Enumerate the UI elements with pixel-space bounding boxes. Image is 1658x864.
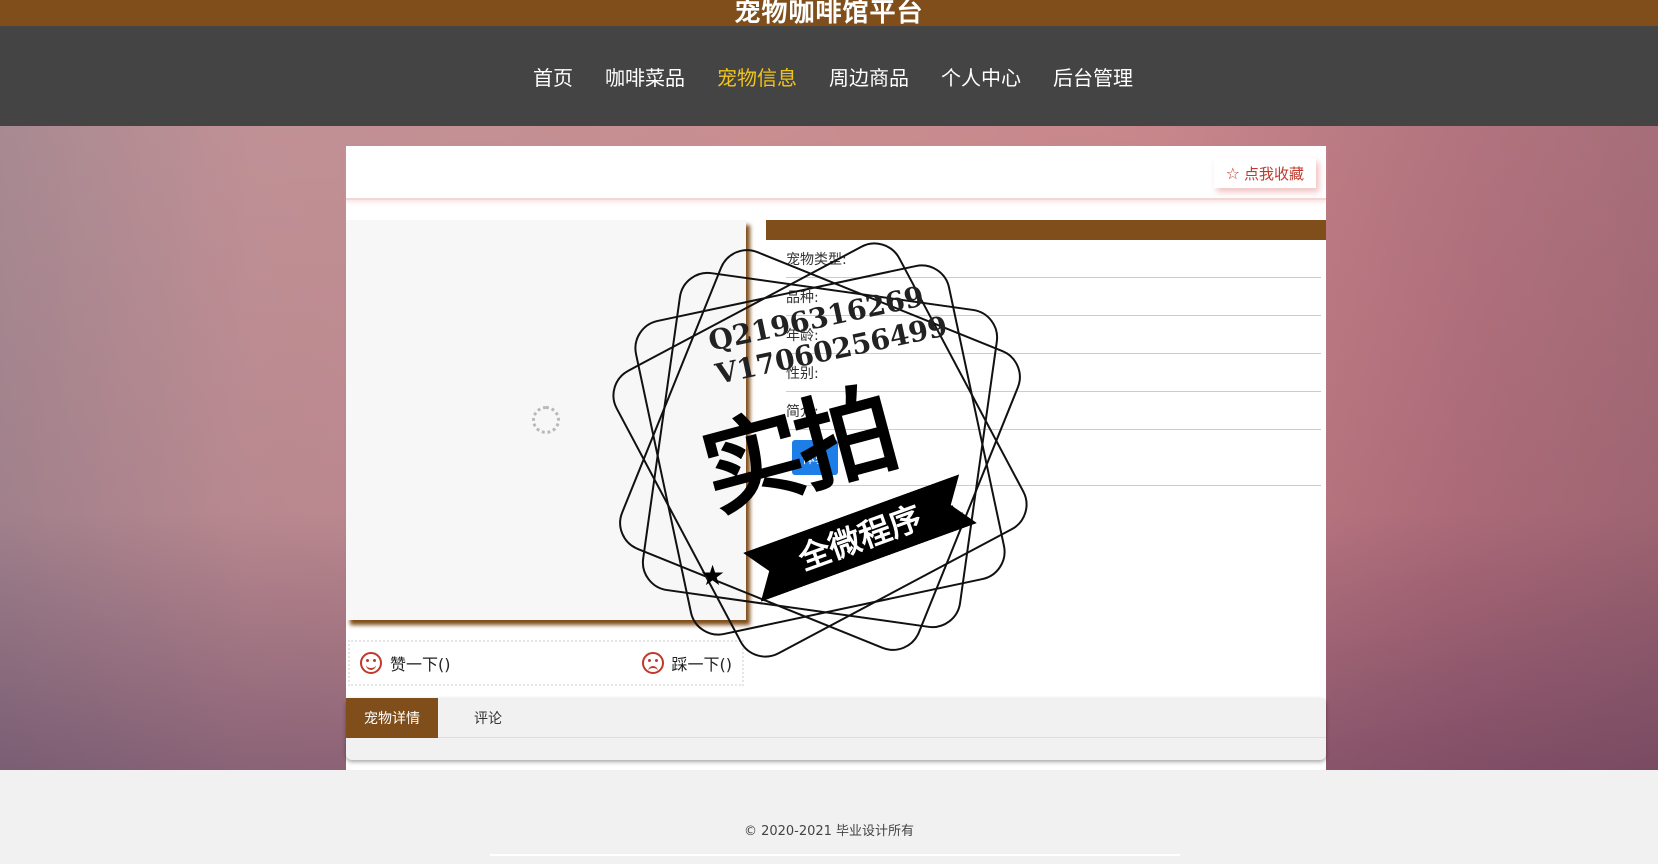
main-nav: 首页 咖啡菜品 宠物信息 周边商品 个人中心 后台管理 bbox=[0, 26, 1658, 126]
dislike-label: 踩一下() bbox=[671, 655, 733, 674]
nav-item-merchandise[interactable]: 周边商品 bbox=[817, 56, 921, 97]
frown-icon bbox=[641, 652, 664, 674]
info-header-bar bbox=[766, 220, 1326, 240]
nav-item-coffee-menu[interactable]: 咖啡菜品 bbox=[593, 56, 697, 97]
field-pet-type: 宠物类型: bbox=[786, 240, 1321, 278]
site-title: 宠物咖啡馆平台 bbox=[734, 0, 924, 26]
nav-item-admin[interactable]: 后台管理 bbox=[1041, 56, 1145, 97]
field-gender: 性别: bbox=[786, 354, 1321, 392]
star-icon: ☆ bbox=[1225, 163, 1240, 183]
pet-image bbox=[346, 220, 746, 620]
favorite-label: 点我收藏 bbox=[1243, 164, 1304, 183]
field-intro: 简介: bbox=[786, 392, 1321, 430]
field-breed: 品种: bbox=[786, 278, 1321, 316]
pet-detail-card: ☆ 点我收藏 赞一下() 踩一下() 宠物类型: 品种: 年龄: 性别: 简介:… bbox=[346, 146, 1326, 770]
tab-comments[interactable]: 评论 bbox=[456, 698, 520, 738]
vote-row: 赞一下() 踩一下() bbox=[348, 640, 744, 686]
loading-spinner-icon bbox=[532, 406, 560, 434]
like-label: 赞一下() bbox=[390, 655, 451, 674]
footer: © 2020-2021 毕业设计所有 bbox=[0, 780, 1658, 864]
pet-info-panel: 宠物类型: 品种: 年龄: 性别: 简介: 体验 bbox=[766, 220, 1326, 486]
top-title-bar: 宠物咖啡馆平台 bbox=[0, 0, 1658, 26]
footer-divider bbox=[490, 854, 1180, 856]
field-age: 年龄: bbox=[786, 316, 1321, 354]
favorite-button[interactable]: ☆ 点我收藏 bbox=[1213, 158, 1316, 188]
action-row: 体验 bbox=[786, 430, 1321, 486]
nav-item-user-center[interactable]: 个人中心 bbox=[929, 56, 1033, 97]
detail-tabs: 宠物详情 评论 bbox=[346, 698, 1326, 760]
favorite-row: ☆ 点我收藏 bbox=[346, 146, 1326, 200]
tab-pet-details[interactable]: 宠物详情 bbox=[346, 698, 438, 738]
try-button[interactable]: 体验 bbox=[792, 440, 839, 475]
nav-item-home[interactable]: 首页 bbox=[521, 56, 585, 97]
nav-item-pet-info[interactable]: 宠物信息 bbox=[705, 56, 809, 97]
smile-icon bbox=[360, 652, 382, 674]
like-button[interactable]: 赞一下() bbox=[360, 651, 451, 675]
dislike-button[interactable]: 踩一下() bbox=[641, 651, 733, 675]
copyright-text: © 2020-2021 毕业设计所有 bbox=[743, 824, 915, 839]
